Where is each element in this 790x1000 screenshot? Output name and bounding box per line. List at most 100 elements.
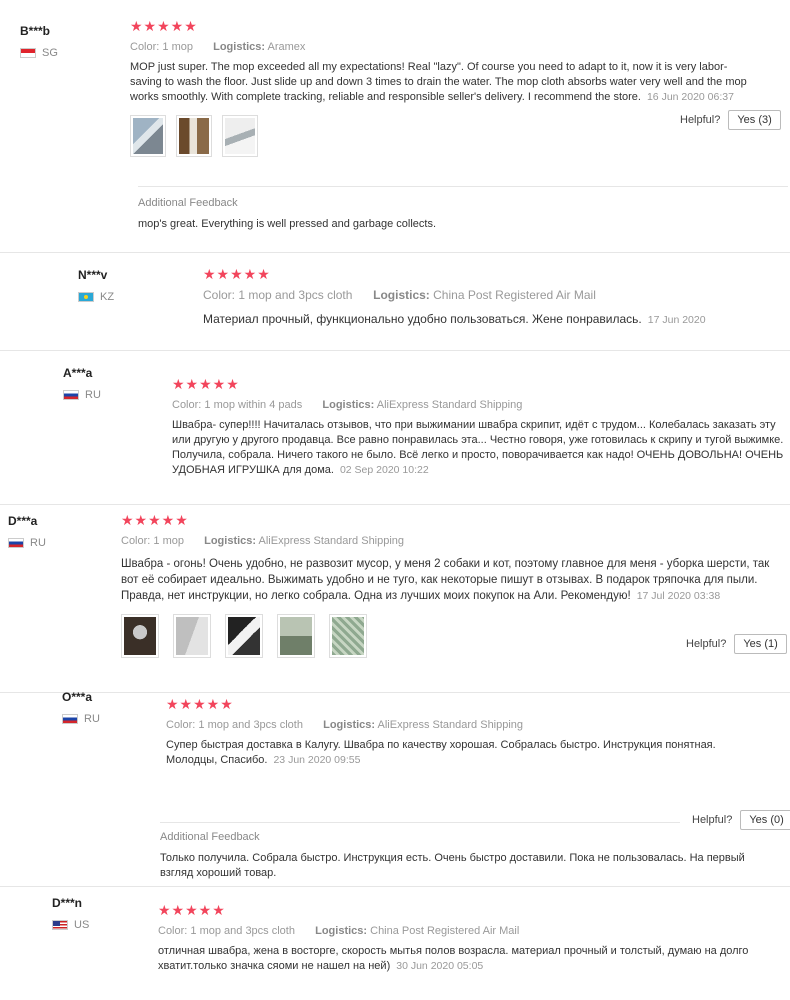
review-photo-thumbnail[interactable] xyxy=(222,115,258,157)
rating-stars: ★★★★★ xyxy=(158,902,226,918)
reviewer-name: O***a xyxy=(62,690,93,704)
review-body: ★★★★★ Color: 1 mop and 3pcs cloth Logist… xyxy=(158,902,758,974)
review-body: ★★★★★ Color: 1 mop Logistics: AliExpress… xyxy=(121,512,776,658)
review-meta: Color: 1 mop and 3pcs cloth Logistics: C… xyxy=(203,288,788,302)
review-date: 02 Sep 2020 10:22 xyxy=(339,464,429,476)
review-body: ★★★★★ Color: 1 mop Logistics: Aramex MOP… xyxy=(130,18,750,157)
color-value: 1 mop xyxy=(153,535,184,547)
country-code: RU xyxy=(30,537,46,549)
reviewer-country: RU xyxy=(63,388,101,402)
review-date: 30 Jun 2020 05:05 xyxy=(396,960,484,972)
review-text-content: Швабра- супер!!!! Начиталась отзывов, чт… xyxy=(172,419,784,476)
review-date: 17 Jul 2020 03:38 xyxy=(636,590,721,602)
reviewer-name: B***b xyxy=(20,24,51,38)
review-card: O***a RU ★★★★★ Color: 1 mop and 3pcs clo… xyxy=(0,684,790,884)
review-photo-thumbnail[interactable] xyxy=(173,614,211,658)
color-value: 1 mop xyxy=(162,41,193,53)
review-text: Супер быстрая доставка в Калугу. Швабра … xyxy=(166,738,766,768)
rating-stars: ★★★★★ xyxy=(203,266,271,282)
reviewer-info: O***a RU xyxy=(62,690,100,726)
color-value: 1 mop and 3pcs cloth xyxy=(198,719,303,731)
country-code: KZ xyxy=(100,291,115,303)
color-value: 1 mop and 3pcs cloth xyxy=(238,288,353,302)
russia-flag-icon xyxy=(8,538,24,548)
color-value: 1 mop within 4 pads xyxy=(204,399,303,411)
logistics-value: AliExpress Standard Shipping xyxy=(258,535,405,547)
review-photos xyxy=(130,115,750,157)
review-text: MOP just super. The mop exceeded all my … xyxy=(130,60,750,105)
reviewer-country: US xyxy=(52,918,89,932)
helpful-vote: Helpful? Yes (3) xyxy=(680,110,781,130)
review-text: отличная швабра, жена в восторге, скорос… xyxy=(158,944,758,974)
additional-feedback-title: Additional Feedback xyxy=(138,197,238,209)
helpful-yes-button[interactable]: Yes (3) xyxy=(728,110,781,130)
review-text: Материал прочный, функционально удобно п… xyxy=(203,312,788,328)
helpful-vote: Helpful? Yes (0) xyxy=(692,810,790,830)
review-text-content: Супер быстрая доставка в Калугу. Швабра … xyxy=(166,739,716,766)
additional-feedback-text: mop's great. Everything is well pressed … xyxy=(138,218,437,230)
reviewer-name: D***n xyxy=(52,896,83,910)
rating-stars: ★★★★★ xyxy=(172,376,240,392)
country-code: RU xyxy=(84,713,100,725)
logistics-label: Logistics: xyxy=(323,719,376,731)
color-label: Color: xyxy=(172,399,202,411)
reviewer-country: RU xyxy=(62,712,100,726)
color-label: Color: xyxy=(130,41,160,53)
rating-stars: ★★★★★ xyxy=(166,696,234,712)
logistics-value: AliExpress Standard Shipping xyxy=(376,399,523,411)
reviewer-info: B***b SG xyxy=(20,24,58,60)
review-meta: Color: 1 mop Logistics: Aramex xyxy=(130,40,750,54)
review-body: ★★★★★ Color: 1 mop and 3pcs cloth Logist… xyxy=(203,266,788,328)
helpful-yes-button[interactable]: Yes (1) xyxy=(734,634,787,654)
review-photo-thumbnail[interactable] xyxy=(329,614,367,658)
review-photo-thumbnail[interactable] xyxy=(225,614,263,658)
additional-feedback-text: Только получила. Собрала быстро. Инструк… xyxy=(160,852,745,879)
usa-flag-icon xyxy=(52,920,68,930)
color-value: 1 mop and 3pcs cloth xyxy=(190,925,295,937)
color-label: Color: xyxy=(158,925,188,937)
additional-feedback-title: Additional Feedback xyxy=(160,831,260,843)
helpful-yes-button[interactable]: Yes (0) xyxy=(740,810,790,830)
kazakhstan-flag-icon xyxy=(78,292,94,302)
reviewer-name: D***a xyxy=(8,514,38,528)
color-label: Color: xyxy=(203,288,236,302)
helpful-label: Helpful? xyxy=(692,814,733,826)
color-label: Color: xyxy=(121,535,151,547)
logistics-label: Logistics: xyxy=(373,288,430,302)
review-photo-thumbnail[interactable] xyxy=(277,614,315,658)
helpful-label: Helpful? xyxy=(680,114,721,126)
logistics-label: Logistics: xyxy=(204,535,257,547)
logistics-label: Logistics: xyxy=(315,925,368,937)
review-photo-thumbnail[interactable] xyxy=(176,115,212,157)
review-photo-thumbnail[interactable] xyxy=(121,614,159,658)
review-card: D***a RU ★★★★★ Color: 1 mop Logistics: A… xyxy=(0,506,790,691)
helpful-vote: Helpful? Yes (1) xyxy=(686,634,787,654)
reviewer-info: N***v KZ xyxy=(78,268,114,304)
reviewer-country: RU xyxy=(8,536,46,550)
logistics-label: Logistics: xyxy=(213,41,266,53)
reviewer-info: D***n US xyxy=(52,896,89,932)
logistics-value: AliExpress Standard Shipping xyxy=(377,719,524,731)
logistics-value: China Post Registered Air Mail xyxy=(433,288,596,302)
country-code: US xyxy=(74,919,90,931)
reviewer-info: A***a RU xyxy=(63,366,101,402)
review-photos xyxy=(121,614,776,658)
review-date: 17 Jun 2020 xyxy=(647,314,706,326)
country-code: RU xyxy=(85,389,101,401)
russia-flag-icon xyxy=(63,390,79,400)
review-meta: Color: 1 mop and 3pcs cloth Logistics: C… xyxy=(158,924,758,938)
review-meta: Color: 1 mop Logistics: AliExpress Stand… xyxy=(121,534,776,548)
review-date: 23 Jun 2020 09:55 xyxy=(273,754,361,766)
review-card: N***v KZ ★★★★★ Color: 1 mop and 3pcs clo… xyxy=(0,252,790,347)
review-date: 16 Jun 2020 06:37 xyxy=(646,91,734,103)
reviewer-country: KZ xyxy=(78,290,114,304)
reviewer-country: SG xyxy=(20,46,58,60)
rating-stars: ★★★★★ xyxy=(130,18,198,34)
review-card: D***n US ★★★★★ Color: 1 mop and 3pcs clo… xyxy=(0,888,790,1000)
review-photo-thumbnail[interactable] xyxy=(130,115,166,157)
logistics-label: Logistics: xyxy=(322,399,375,411)
review-text: Швабра - огонь! Очень удобно, не развози… xyxy=(121,556,776,604)
additional-feedback: Additional Feedback mop's great. Everyth… xyxy=(138,196,758,232)
reviewer-name: A***a xyxy=(63,366,93,380)
review-body: ★★★★★ Color: 1 mop within 4 pads Logisti… xyxy=(172,376,784,478)
